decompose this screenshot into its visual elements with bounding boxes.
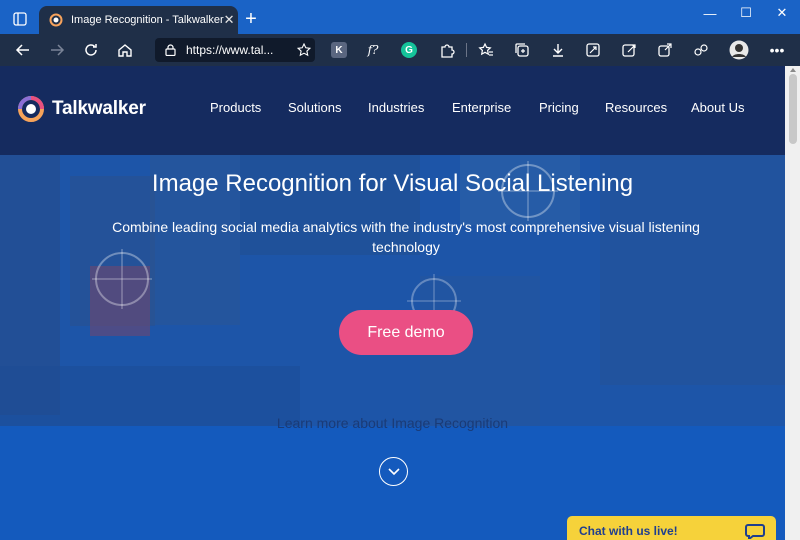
performance-button[interactable] <box>686 34 716 66</box>
nav-resources[interactable]: Resources <box>605 100 667 115</box>
nav-pricing[interactable]: Pricing <box>539 100 579 115</box>
favorites-button[interactable] <box>471 34 501 66</box>
nav-products[interactable]: Products <box>210 100 261 115</box>
close-window-button[interactable]: ✕ <box>764 0 800 26</box>
browser-titlebar: Image Recognition - Talkwalker ✕ + — ☐ ✕ <box>0 0 800 34</box>
heart-pulse-icon <box>694 44 708 56</box>
forward-button[interactable] <box>40 34 74 66</box>
toolbar-divider <box>466 43 467 57</box>
avatar <box>729 40 749 60</box>
k-extension-button[interactable]: K <box>324 34 354 66</box>
web-capture-button[interactable] <box>614 34 644 66</box>
extensions-button[interactable] <box>432 34 462 66</box>
home-icon <box>118 44 132 57</box>
tab-actions-button[interactable] <box>6 6 34 32</box>
chevron-down-icon <box>387 467 400 475</box>
collections-button[interactable] <box>507 34 537 66</box>
new-tab-button[interactable]: + <box>240 8 262 30</box>
back-button[interactable] <box>6 34 40 66</box>
refresh-button[interactable] <box>74 34 108 66</box>
downloads-button[interactable] <box>543 34 573 66</box>
formula-extension-button[interactable]: f? <box>358 34 388 66</box>
web-capture-icon <box>622 44 636 57</box>
home-button[interactable] <box>108 34 142 66</box>
download-icon <box>553 44 563 57</box>
grammarly-button[interactable]: G <box>394 34 424 66</box>
screenshot-button[interactable] <box>578 34 608 66</box>
talkwalker-favicon-icon <box>49 13 63 27</box>
add-favorite-icon[interactable] <box>293 43 315 57</box>
main-nav: Products Solutions Industries Enterprise… <box>0 100 785 120</box>
site-header: Talkwalker Products Solutions Industries… <box>0 66 785 155</box>
address-url: https://www.tal... <box>186 43 274 57</box>
nav-enterprise[interactable]: Enterprise <box>452 100 511 115</box>
collections-icon <box>515 43 529 57</box>
settings-menu-button[interactable]: ••• <box>762 34 792 66</box>
favorites-star-icon <box>478 42 493 56</box>
formula-extension-icon: f? <box>367 43 379 57</box>
scrollbar-thumb[interactable] <box>789 74 797 144</box>
puzzle-icon <box>441 44 455 58</box>
nav-solutions[interactable]: Solutions <box>288 100 341 115</box>
tab-title: Image Recognition - Talkwalker <box>71 14 224 26</box>
nav-industries[interactable]: Industries <box>368 100 424 115</box>
tab-actions-icon <box>13 12 27 26</box>
share-button[interactable] <box>650 34 680 66</box>
maximize-button[interactable]: ☐ <box>728 0 764 26</box>
grammarly-icon: G <box>401 42 417 58</box>
window-controls: — ☐ ✕ <box>692 0 800 34</box>
tab-close-icon[interactable]: ✕ <box>224 12 235 28</box>
lock-icon <box>165 44 176 56</box>
chat-bubble-icon <box>744 523 766 539</box>
chat-label: Chat with us live! <box>579 524 678 538</box>
free-demo-button[interactable]: Free demo <box>339 310 473 355</box>
k-extension-icon: K <box>331 42 347 58</box>
screenshot-icon <box>586 43 600 57</box>
web-page: Talkwalker Products Solutions Industries… <box>0 66 785 540</box>
scroll-down-button[interactable] <box>379 457 408 486</box>
learn-more-link[interactable]: Learn more about Image Recognition <box>0 415 785 431</box>
forward-arrow-icon <box>51 44 65 56</box>
minimize-button[interactable]: — <box>692 0 728 26</box>
hero-subtitle: Combine leading social media analytics w… <box>112 219 700 255</box>
share-icon <box>658 43 672 57</box>
refresh-icon <box>85 44 97 56</box>
more-icon: ••• <box>769 42 785 58</box>
browser-tab-active[interactable]: Image Recognition - Talkwalker ✕ <box>39 6 238 34</box>
scroll-up-arrow-icon[interactable] <box>790 68 796 72</box>
hero-title: Image Recognition for Visual Social List… <box>151 170 634 197</box>
profile-button[interactable] <box>724 34 754 66</box>
chat-widget[interactable]: Chat with us live! <box>567 516 776 540</box>
back-arrow-icon <box>15 44 29 56</box>
nav-about-us[interactable]: About Us <box>691 100 744 115</box>
address-bar[interactable]: https://www.tal... <box>155 38 315 62</box>
